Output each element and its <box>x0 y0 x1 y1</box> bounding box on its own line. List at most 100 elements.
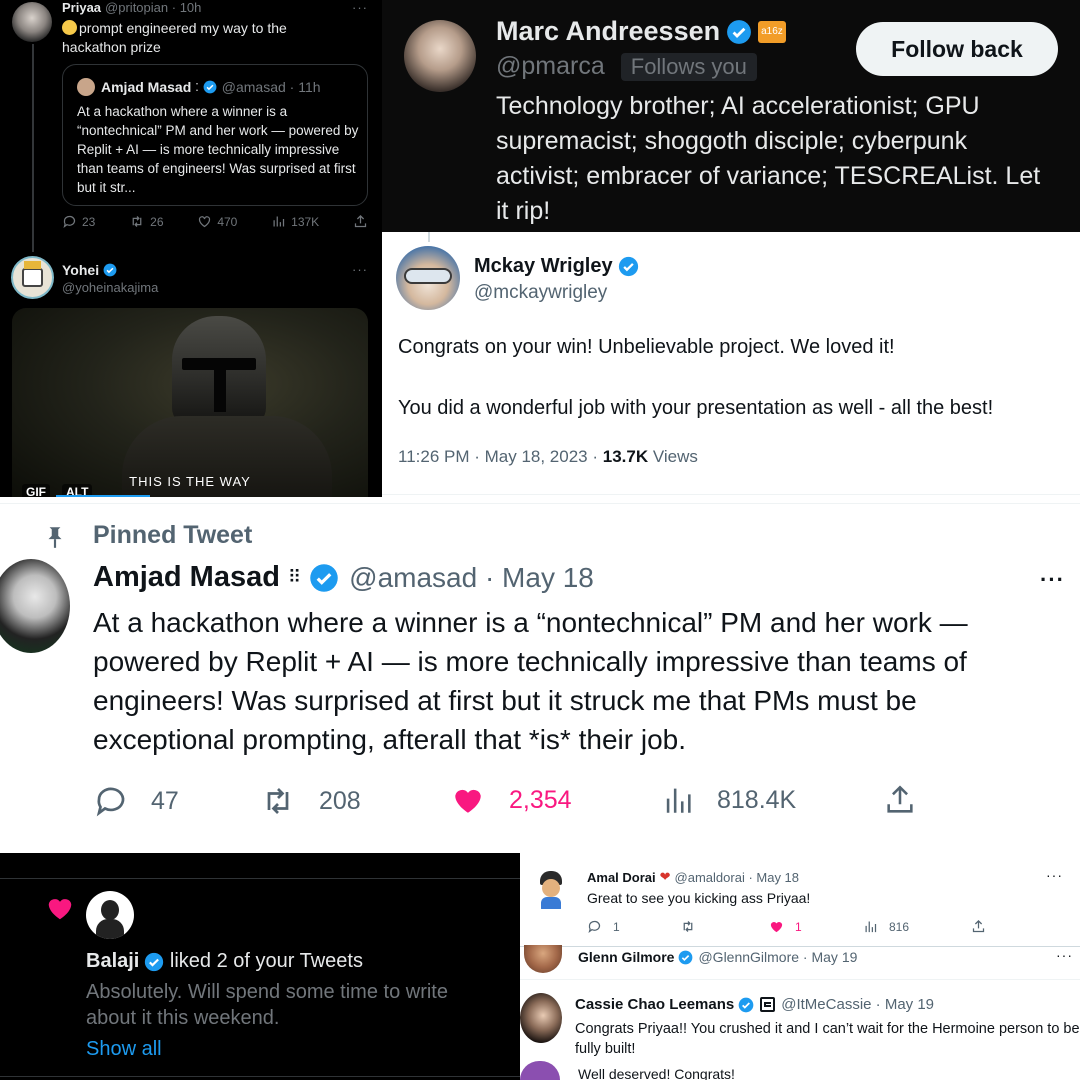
share-icon <box>887 785 913 813</box>
mckay-views: 13.7K <box>602 447 649 466</box>
like-button[interactable]: 2,354 <box>451 783 572 817</box>
views-button[interactable]: 816 <box>863 919 909 934</box>
follow-back-button[interactable]: Follow back <box>856 22 1058 76</box>
like-button[interactable]: 1 <box>769 919 802 934</box>
reply-button[interactable]: 23 <box>62 214 95 229</box>
mckay-tweet-panel: Mckay Wrigley @mckaywrigley Congrats on … <box>382 232 1080 497</box>
quote-card[interactable]: Amjad Masad ⁚ @amasad · 11h At a hackath… <box>62 64 368 206</box>
amal-text: Great to see you kicking ass Priyaa! <box>587 890 811 906</box>
pinned-actions: 47 208 2,354 818.4K <box>93 783 923 823</box>
retweet-icon <box>683 921 693 932</box>
yohei-more-icon[interactable]: ··· <box>352 262 368 277</box>
next-reply-avatar <box>520 1061 560 1080</box>
yohei-name[interactable]: Yohei <box>62 262 99 278</box>
verified-icon <box>738 997 754 1012</box>
amal-avatar[interactable] <box>534 869 568 909</box>
mckay-text-1: Congrats on your win! Unbelievable proje… <box>398 336 895 358</box>
priyaa-avatar[interactable] <box>12 2 52 42</box>
glenn-name[interactable]: Glenn Gilmore <box>578 949 674 965</box>
share-button[interactable] <box>883 783 917 817</box>
balaji-notification-panel: Balaji liked 2 of your Tweets Absolutely… <box>0 853 520 1080</box>
retweet-button[interactable] <box>680 919 696 934</box>
glenn-more-icon[interactable]: ··· <box>1056 947 1073 963</box>
like-count: 2,354 <box>509 785 572 814</box>
verified-icon <box>103 263 117 277</box>
heart-icon <box>48 899 72 920</box>
face-emoji-icon <box>62 20 77 35</box>
mckay-avatar[interactable] <box>396 246 460 310</box>
mckay-handle[interactable]: @mckaywrigley <box>474 282 607 304</box>
like-button[interactable]: 470 <box>197 214 237 229</box>
balaji-avatar[interactable] <box>86 891 134 939</box>
cassie-name[interactable]: Cassie Chao Leemans <box>575 996 734 1013</box>
mckay-views-label: Views <box>648 447 698 466</box>
thread-line <box>428 232 430 242</box>
top-divider <box>0 503 1080 504</box>
heart-icon <box>199 216 211 228</box>
share-icon <box>354 214 367 228</box>
priyaa-handle[interactable]: @pritopian <box>105 0 168 15</box>
retweet-count: 26 <box>150 214 164 229</box>
amjad-name[interactable]: Amjad Masad <box>93 561 280 594</box>
retweet-button[interactable]: 208 <box>259 783 361 819</box>
amjad-handle-date[interactable]: @amasad · May 18 <box>349 562 594 594</box>
amal-name[interactable]: Amal Dorai <box>587 870 656 885</box>
marc-handle: @pmarca <box>496 52 605 80</box>
marc-name: Marc Andreessen <box>496 16 721 46</box>
mckay-text-2: You did a wonderful job with your presen… <box>398 397 994 419</box>
balaji-action: liked 2 of your Tweets <box>164 950 363 972</box>
reply-count: 47 <box>151 786 179 815</box>
quote-handle: @amasad <box>221 79 286 95</box>
priyaa-more-icon[interactable]: ··· <box>352 0 368 15</box>
balaji-name[interactable]: Balaji <box>86 950 139 973</box>
cassie-avatar[interactable] <box>520 993 562 1043</box>
pin-icon <box>48 527 62 548</box>
retweet-button[interactable]: 26 <box>129 214 164 229</box>
divider <box>0 878 520 879</box>
replies-panel: Amal Dorai ❤ @amaldorai · May 18 ··· Gre… <box>520 853 1080 1080</box>
views-icon <box>666 788 691 813</box>
reply-button[interactable]: 47 <box>93 783 179 819</box>
cassie-handle-date[interactable]: @ItMeCassie · May 19 <box>781 996 934 1013</box>
pinned-label: Pinned Tweet <box>93 521 253 549</box>
mckay-timestamp[interactable]: 11:26 PM · May 18, 2023 · <box>398 447 603 466</box>
quote-time: 11h <box>298 79 321 95</box>
amal-handle-date[interactable]: @amaldorai · May 18 <box>675 870 799 885</box>
pinned-tweet-text: At a hackathon where a winner is a “nont… <box>93 607 968 755</box>
divider <box>520 979 1080 980</box>
braille-icon: ⠿ <box>287 567 302 587</box>
verified-icon <box>727 19 752 44</box>
priyaa-time[interactable]: 10h <box>180 0 202 15</box>
share-button[interactable] <box>971 919 986 934</box>
views-button[interactable]: 818.4K <box>661 783 796 817</box>
cassie-text: Congrats Priyaa!! You crushed it and I c… <box>575 1021 1080 1057</box>
like-count: 1 <box>795 919 802 934</box>
views-count: 816 <box>889 919 910 934</box>
reply-count: 23 <box>82 214 96 229</box>
views-button[interactable]: 137K <box>271 214 319 229</box>
quote-text: At a hackathon where a winner is a “nont… <box>77 104 359 195</box>
yohei-avatar[interactable] <box>11 256 54 299</box>
affiliate-badge-icon <box>760 997 776 1012</box>
glenn-handle-date[interactable]: @GlennGilmore · May 19 <box>698 949 857 965</box>
pinned-more-icon[interactable]: ··· <box>1040 567 1065 593</box>
a16z-badge[interactable]: a16z <box>758 20 786 43</box>
like-count: 470 <box>217 214 238 229</box>
mckay-name[interactable]: Mckay Wrigley <box>474 255 613 278</box>
follows-you-badge: Follows you <box>620 52 757 81</box>
amal-more-icon[interactable]: ··· <box>1046 867 1063 883</box>
gif-media[interactable]: THIS IS THE WAY GIF ALT <box>12 308 368 497</box>
glenn-avatar[interactable] <box>524 945 562 973</box>
share-button[interactable] <box>353 214 368 229</box>
views-icon <box>273 216 285 227</box>
priyaa-name[interactable]: Priyaa <box>62 0 101 15</box>
amal-actions: 1 1 816 <box>587 919 1007 937</box>
marc-bio: Technology brother; AI accelerationist; … <box>496 92 1041 225</box>
show-all-link[interactable]: Show all <box>86 1038 162 1061</box>
yohei-handle[interactable]: @yoheinakajima <box>62 280 158 295</box>
reply-button[interactable]: 1 <box>587 919 620 934</box>
marc-avatar[interactable] <box>404 20 476 92</box>
quote-name: Amjad Masad <box>101 79 192 95</box>
gif-badge: GIF <box>22 484 50 497</box>
amjad-avatar[interactable] <box>0 559 70 653</box>
